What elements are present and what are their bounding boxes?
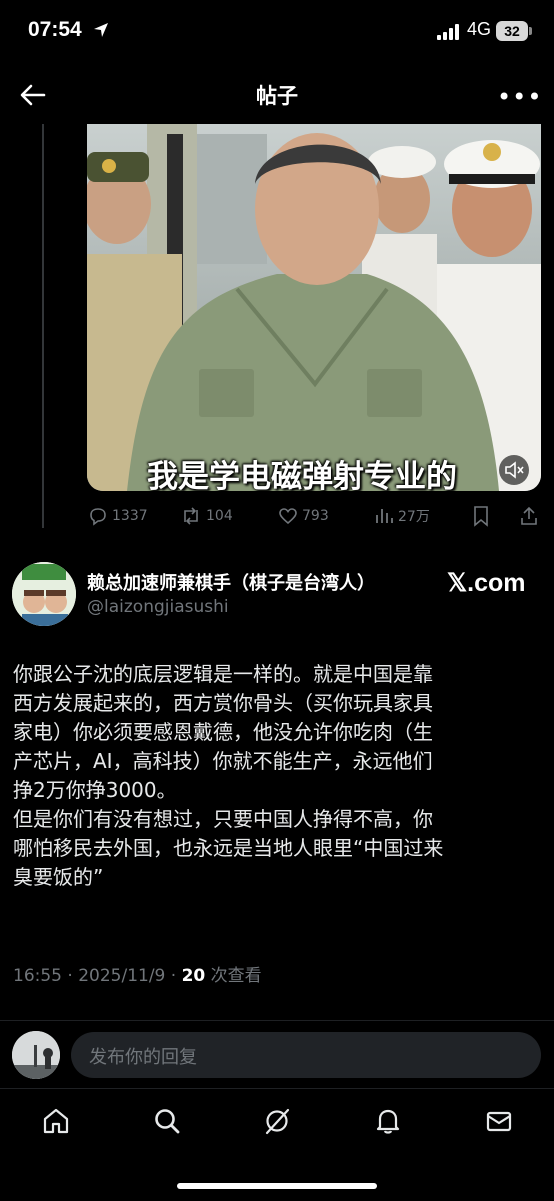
view-count-button[interactable]: 27万 (374, 506, 430, 528)
mail-icon[interactable] (484, 1106, 514, 1136)
repost-count: 104 (206, 508, 233, 524)
search-icon[interactable] (152, 1106, 182, 1136)
home-icon[interactable] (41, 1106, 71, 1136)
grok-icon[interactable] (262, 1106, 292, 1136)
location-arrow-icon (94, 23, 108, 37)
post-body-line: 你跟公子沈的底层逻辑是一样的。就是中国是靠 (13, 662, 433, 686)
post-body: 你跟公子沈的底层逻辑是一样的。就是中国是靠 西方发展起来的，西方赏你骨头（买你玩… (13, 660, 543, 892)
status-time: 07:54 (28, 18, 82, 41)
battery-tip (529, 27, 532, 35)
post-body-line: 西方发展起来的，西方赏你骨头（买你玩具家具 (13, 691, 433, 715)
author-name[interactable]: 赖总加速师兼棋手（棋子是台湾人） (87, 569, 375, 595)
repost-count-button[interactable]: 104 (180, 506, 233, 528)
like-count-button[interactable]: 793 (278, 506, 329, 528)
video-caption: 我是学电磁弹射专业的 (147, 459, 457, 495)
post-meta: 16:55 · 2025/11/9 · 20 次查看 (13, 961, 262, 986)
video-frame (87, 124, 541, 491)
post-body-line: 哪怕移民去外国，也永远是当地人眼里“中国过来 (13, 836, 444, 860)
post-timestamp: 16:55 · 2025/11/9 · (13, 966, 182, 986)
more-horizontal-icon[interactable]: ••• (497, 83, 542, 111)
video-player[interactable] (87, 124, 541, 491)
reply-count: 1337 (112, 508, 148, 524)
view-count: 27万 (398, 509, 430, 525)
battery-indicator: 32 (496, 21, 528, 41)
like-count: 793 (302, 508, 329, 524)
signal-bars-icon (437, 24, 459, 40)
reply-input[interactable]: 发布你的回复 (71, 1032, 541, 1078)
home-indicator (177, 1183, 377, 1189)
author-handle[interactable]: @laizongjiasushi (87, 597, 229, 617)
post-body-line: 臭要饭的” (13, 865, 104, 889)
post-view-label: 次查看 (205, 966, 262, 986)
comment-icon (90, 508, 106, 526)
post-view-count: 20 (181, 966, 206, 986)
x-watermark: 𝕏.com (447, 569, 526, 597)
user-avatar[interactable] (12, 1031, 60, 1079)
thread-connector-line (42, 124, 44, 528)
reply-count-button[interactable]: 1337 (88, 506, 148, 528)
post-body-line: 家电）你必须要感恩戴德，他没允许你吃肉（生 (13, 720, 433, 744)
author-avatar[interactable] (12, 562, 76, 626)
bell-icon[interactable] (373, 1106, 403, 1136)
user-avatar-image (12, 1031, 60, 1079)
avatar-image (12, 562, 76, 626)
post-body-line: 但是你们有没有想过，只要中国人挣得不高，你 (13, 807, 433, 831)
heart-icon (279, 508, 297, 525)
post-body-line: 挣2万你挣3000。 (13, 778, 177, 802)
page-title: 帖子 (256, 84, 298, 108)
reply-placeholder: 发布你的回复 (89, 1047, 197, 1068)
speaker-muted-icon[interactable] (499, 455, 529, 485)
bar-chart-icon (376, 509, 393, 523)
post-body-line: 产芯片，AI，高科技）你就不能生产，永远他们 (13, 749, 433, 773)
repost-icon (184, 507, 198, 525)
network-type: 4G (467, 19, 492, 39)
share-icon[interactable] (518, 505, 540, 527)
bookmark-icon[interactable] (471, 505, 491, 527)
